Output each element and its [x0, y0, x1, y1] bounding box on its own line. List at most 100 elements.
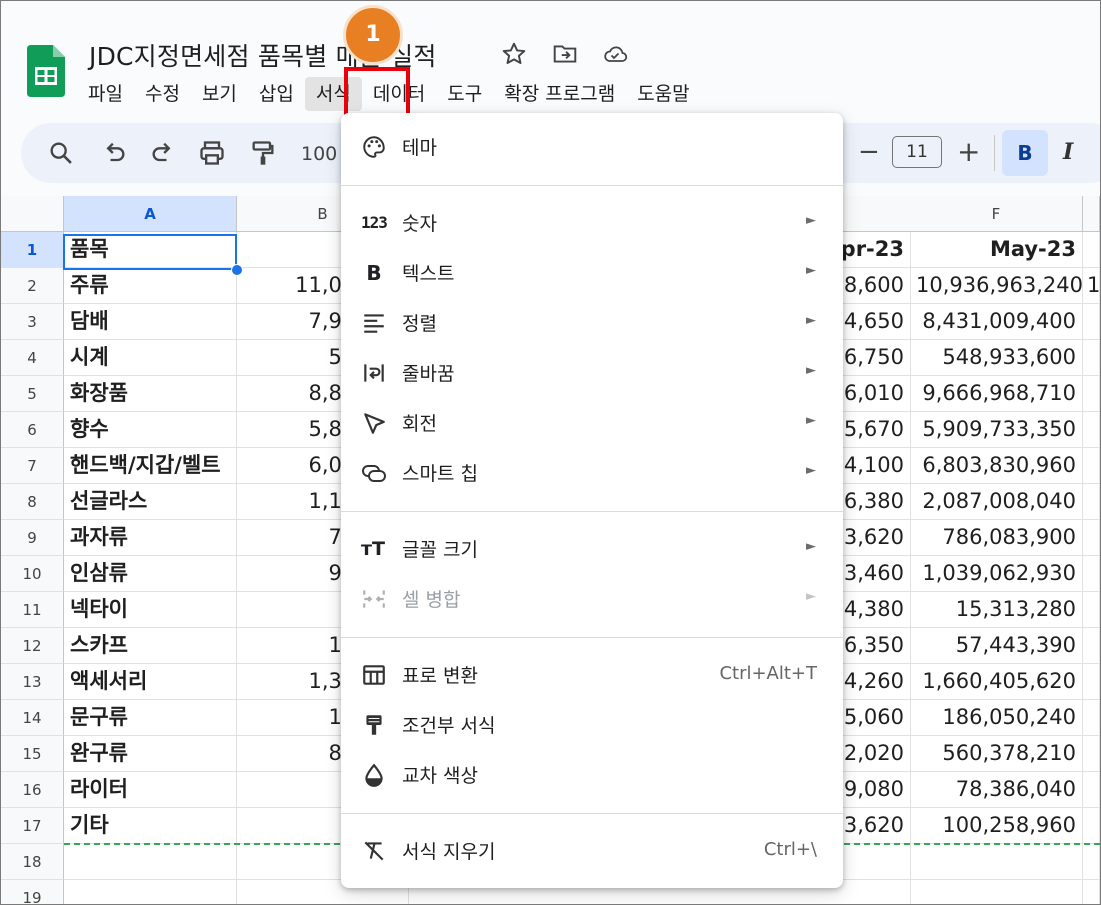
row-header[interactable]: 4: [1, 340, 64, 376]
cell-value[interactable]: [1083, 520, 1100, 556]
menu-extensions[interactable]: 확장 프로그램: [493, 77, 626, 111]
font-size-input[interactable]: 11: [892, 136, 942, 168]
cell-value[interactable]: [1083, 448, 1100, 484]
cell-item[interactable]: 시계: [64, 340, 237, 376]
cell-item[interactable]: 넥타이: [64, 592, 237, 628]
cell-value[interactable]: [1083, 772, 1100, 808]
column-header-a[interactable]: A: [64, 196, 237, 232]
menu-item-align[interactable]: 정렬 ►: [341, 299, 843, 347]
menu-item-font-size[interactable]: тT 글꼴 크기 ►: [341, 525, 843, 573]
cell-value[interactable]: 786,083,900: [910, 520, 1083, 556]
cell-value[interactable]: 2,087,008,040: [910, 484, 1083, 520]
cell-value[interactable]: 9,666,968,710: [910, 376, 1083, 412]
cell-value[interactable]: 560,378,210: [910, 736, 1083, 772]
cell-value[interactable]: [1083, 376, 1100, 412]
move-folder-icon[interactable]: [552, 41, 578, 67]
zoom-select[interactable]: 100: [301, 143, 337, 165]
menu-item-text[interactable]: B 텍스트 ►: [341, 249, 843, 297]
row-header[interactable]: 2: [1, 268, 64, 304]
decrease-font-size-button[interactable]: −: [858, 137, 880, 167]
menu-edit[interactable]: 수정: [134, 77, 191, 111]
cell-value[interactable]: [1083, 556, 1100, 592]
undo-icon[interactable]: [100, 139, 128, 167]
italic-button[interactable]: I: [1063, 139, 1073, 165]
redo-icon[interactable]: [149, 139, 177, 167]
menu-item-rotate[interactable]: 회전 ►: [341, 399, 843, 447]
search-icon[interactable]: [47, 139, 75, 167]
row-header[interactable]: 3: [1, 304, 64, 340]
row-header[interactable]: 7: [1, 448, 64, 484]
row-header[interactable]: 6: [1, 412, 64, 448]
cell-item[interactable]: 향수: [64, 412, 237, 448]
cell-value[interactable]: [1083, 736, 1100, 772]
cell-value[interactable]: [1083, 484, 1100, 520]
cell-value[interactable]: 100,258,960: [910, 808, 1083, 844]
cell-value[interactable]: 8,431,009,400: [910, 304, 1083, 340]
menu-file[interactable]: 파일: [77, 77, 134, 111]
cell-value[interactable]: 15,313,280: [910, 592, 1083, 628]
menu-help[interactable]: 도움말: [626, 77, 700, 111]
menu-item-theme[interactable]: 테마: [341, 123, 843, 171]
row-header[interactable]: 8: [1, 484, 64, 520]
row-header[interactable]: 5: [1, 376, 64, 412]
menu-item-alternating-colors[interactable]: 교차 색상: [341, 751, 843, 799]
row-header[interactable]: 18: [1, 844, 64, 880]
cell-value[interactable]: [1083, 592, 1100, 628]
menu-item-smart-chip[interactable]: 스마트 칩 ►: [341, 449, 843, 497]
cell-item[interactable]: 기타: [64, 808, 237, 844]
menu-view[interactable]: 보기: [191, 77, 248, 111]
row-header[interactable]: 16: [1, 772, 64, 808]
cell-item[interactable]: [64, 880, 237, 904]
menu-item-wrap[interactable]: 줄바꿈 ►: [341, 349, 843, 397]
star-icon[interactable]: [501, 41, 527, 67]
cell-item[interactable]: [64, 844, 237, 880]
cell-item[interactable]: 라이터: [64, 772, 237, 808]
row-header[interactable]: 14: [1, 700, 64, 736]
row-header[interactable]: 17: [1, 808, 64, 844]
cell-value[interactable]: [1083, 844, 1100, 880]
menu-tools[interactable]: 도구: [436, 77, 493, 111]
cell-item[interactable]: 완구류: [64, 736, 237, 772]
sheets-logo-icon[interactable]: [27, 45, 65, 97]
cloud-icon[interactable]: [602, 41, 628, 67]
cell-value[interactable]: 5,909,733,350: [910, 412, 1083, 448]
cell-value[interactable]: [1083, 304, 1100, 340]
cell-value[interactable]: 1,660,405,620: [910, 664, 1083, 700]
row-header[interactable]: 15: [1, 736, 64, 772]
paint-format-icon[interactable]: [249, 139, 277, 167]
menu-item-convert-table[interactable]: 표로 변환 Ctrl+Alt+T: [341, 651, 843, 699]
cell-value[interactable]: [1083, 880, 1100, 904]
cell-value[interactable]: [1083, 664, 1100, 700]
row-header[interactable]: 1: [1, 232, 64, 268]
cell-value[interactable]: 78,386,040: [910, 772, 1083, 808]
cell-value[interactable]: [910, 880, 1083, 904]
cell-item[interactable]: 액세서리: [64, 664, 237, 700]
cell-item[interactable]: 스카프: [64, 628, 237, 664]
menu-item-number[interactable]: 123 숫자 ►: [341, 199, 843, 247]
row-header[interactable]: 9: [1, 520, 64, 556]
select-all-corner[interactable]: [1, 196, 64, 232]
cell-value[interactable]: [910, 844, 1083, 880]
cell-value[interactable]: [1083, 412, 1100, 448]
menu-item-clear-format[interactable]: 서식 지우기 Ctrl+\: [341, 827, 843, 875]
bold-button[interactable]: B: [1002, 130, 1048, 176]
increase-font-size-button[interactable]: +: [957, 135, 980, 168]
row-header[interactable]: 10: [1, 556, 64, 592]
cell-value[interactable]: 57,443,390: [910, 628, 1083, 664]
fill-handle[interactable]: [231, 264, 243, 276]
cell-f1[interactable]: May-23: [910, 232, 1083, 268]
print-icon[interactable]: [198, 139, 226, 167]
row-header[interactable]: 13: [1, 664, 64, 700]
row-header[interactable]: 11: [1, 592, 64, 628]
column-header-g[interactable]: [1083, 196, 1100, 232]
cell-value[interactable]: 10,936,963,240: [910, 268, 1083, 304]
cell-value[interactable]: [1083, 808, 1100, 844]
cell-value[interactable]: [1083, 700, 1100, 736]
row-header[interactable]: 12: [1, 628, 64, 664]
cell-g1[interactable]: [1083, 232, 1100, 268]
cell-value[interactable]: 548,933,600: [910, 340, 1083, 376]
cell-item[interactable]: 화장품: [64, 376, 237, 412]
menu-insert[interactable]: 삽입: [248, 77, 305, 111]
cell-value[interactable]: [1083, 340, 1100, 376]
cell-value[interactable]: 1,039,062,930: [910, 556, 1083, 592]
